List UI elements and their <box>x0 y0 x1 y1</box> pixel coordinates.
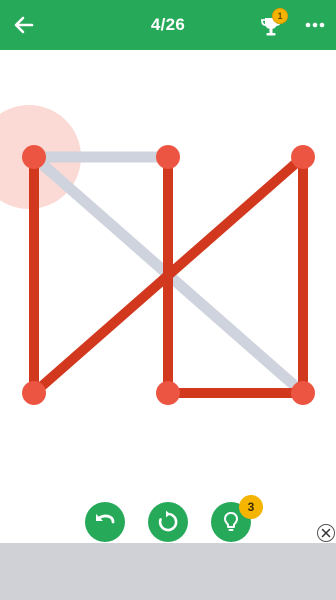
hint-count-badge: 3 <box>239 495 263 519</box>
more-horiz-icon <box>305 22 325 28</box>
puzzle-node-n1[interactable] <box>22 145 46 169</box>
undo-icon <box>96 514 115 524</box>
puzzle-node-n4[interactable] <box>22 381 46 405</box>
puzzle-node-n2[interactable] <box>156 145 180 169</box>
level-counter: 4/26 <box>150 15 186 34</box>
restart-icon <box>158 510 178 532</box>
ad-banner[interactable] <box>0 543 336 600</box>
close-icon <box>321 528 331 538</box>
more-options-button[interactable] <box>301 12 329 38</box>
puzzle-node-n6[interactable] <box>291 381 315 405</box>
ad-close-button[interactable] <box>317 524 335 542</box>
top-bar: 4/26 1 <box>0 0 336 50</box>
restart-button[interactable] <box>148 502 188 542</box>
puzzle-node-n5[interactable] <box>156 381 180 405</box>
puzzle-board[interactable] <box>0 50 336 500</box>
trophy-badge: 1 <box>272 8 288 24</box>
puzzle-node-n3[interactable] <box>291 145 315 169</box>
undo-button[interactable] <box>85 502 125 542</box>
